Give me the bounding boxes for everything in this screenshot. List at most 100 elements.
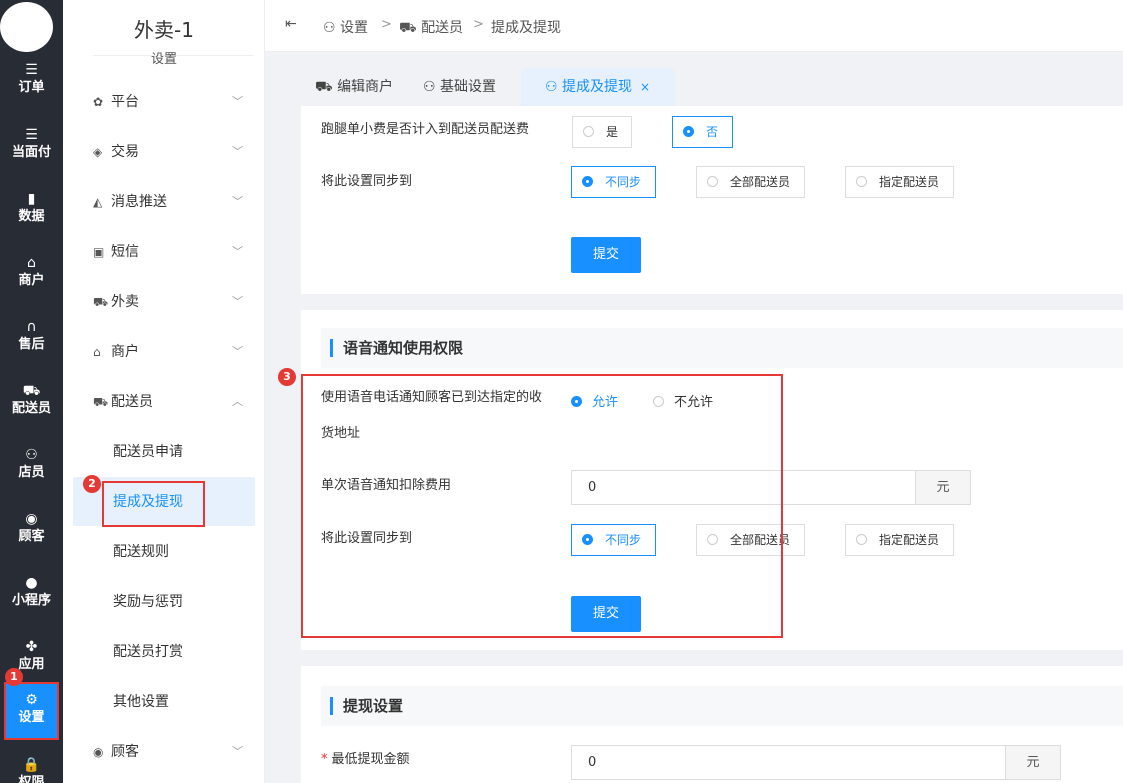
sidebar-menu-label: 商户 (111, 344, 139, 360)
rail-item-label: 权限 (18, 775, 45, 783)
sidebar-menu-item[interactable]: ▣ 短信 ﹀ (93, 238, 243, 266)
radio-no-sync[interactable]: 不同步 (571, 166, 656, 198)
tab-basic-settings[interactable]: ⚇ 基础设置 (423, 68, 496, 106)
sidebar-menu-item[interactable]: ◉ 顾客 ﹀ (93, 738, 243, 766)
sidebar-sub-item[interactable]: 配送员打赏 (113, 638, 243, 666)
required-marker: * (321, 752, 328, 767)
rail-item[interactable]: ☰ 订单 (0, 53, 63, 113)
annotation-box (301, 374, 783, 638)
rail-item[interactable]: ▮ 数据 (0, 182, 63, 242)
sidebar-menu-label: 交易 (111, 144, 139, 160)
breadcrumb-separator: > (381, 17, 392, 32)
submit-button[interactable]: 提交 (571, 237, 641, 273)
sidebar-section-label: 设置 (150, 52, 177, 67)
shop-icon: ⌂ (27, 255, 36, 271)
chat-icon: ▣ (93, 245, 105, 259)
chevron-icon: ﹀ (232, 745, 243, 758)
min-withdraw-label: * 最低提现金额 (321, 752, 410, 767)
section-title: 语音通知使用权限 (330, 339, 463, 357)
currency-unit: 元 (1005, 745, 1061, 780)
annotation-badge: 3 (278, 368, 296, 386)
radio-specific-couriers[interactable]: 指定配送员 (845, 166, 954, 198)
headset-icon: ∩ (26, 319, 37, 335)
main-nav-rail: ☰ 订单 ☰ 当面付 ▮ 数据 ⌂ 商户 ∩ 售后 ⛟ 配送员 ⚇ 店员 ◉ 顾客 ● 小程序 ✤ 应用 ⚙ 设置 🔒 权限 (0, 0, 63, 783)
rail-item-label: 小程序 (11, 593, 51, 608)
rail-item[interactable]: 🔒 权限 (0, 748, 63, 783)
tip-count-label: 跑腿单小费是否计入到配送员配送费 (321, 122, 530, 137)
withdraw-settings-card: 提现设置 * 最低提现金额 0 元 (301, 666, 1123, 783)
rail-item-label: 售后 (18, 337, 45, 352)
chevron-icon: ﹀ (232, 295, 243, 308)
radio-no[interactable]: 否 (672, 116, 733, 148)
chevron-icon: ﹀ (232, 245, 243, 258)
wallet-icon: ◈ (93, 145, 103, 159)
chevron-icon: ﹀ (232, 145, 243, 158)
rail-item-label: 商户 (18, 273, 45, 288)
user-settings-icon: ⚇ (545, 79, 563, 95)
breadcrumb-item-settings[interactable]: ⚇ 设置 (323, 17, 368, 37)
sidebar-menu-item[interactable]: ◭ 消息推送 ﹀ (93, 188, 243, 216)
user-settings-icon: ⚇ (323, 20, 341, 36)
rail-item-label: 配送员 (11, 401, 51, 416)
tip-settings-card: 跑腿单小费是否计入到配送员配送费 是 否 将此设置同步到 不同步 全部配送员 指… (301, 106, 1123, 294)
rail-item[interactable]: ∩ 售后 (0, 310, 63, 370)
rail-item[interactable]: ● 小程序 (0, 566, 63, 626)
rail-item-label: 数据 (18, 209, 45, 224)
tab-commission-withdraw[interactable]: ⚇ 提成及提现 × (521, 68, 675, 106)
user-settings-icon: ⚇ (423, 79, 441, 95)
sidebar-menu-item[interactable]: ⛟ 外卖 ﹀ (93, 288, 243, 316)
list-icon: ☰ (25, 127, 38, 143)
rail-item[interactable]: ◉ 顾客 (0, 502, 63, 562)
sidebar-sub-item[interactable]: 其他设置 (113, 688, 243, 716)
wechat-icon: ● (25, 575, 38, 591)
sidebar-menu-item[interactable]: ◈ 交易 ﹀ (93, 138, 243, 166)
close-icon[interactable]: × (640, 80, 650, 94)
rail-item-label: 店员 (18, 465, 45, 480)
page-tabs: ⛟ 编辑商户 ⚇ 基础设置 ⚇ 提成及提现 × (265, 52, 1123, 106)
sidebar-menu-item[interactable]: ✿ 平台 ﹀ (93, 88, 243, 116)
radio-specific-couriers[interactable]: 指定配送员 (845, 524, 954, 556)
users-icon: ⚇ (25, 447, 38, 463)
rail-item-label: 当面付 (11, 145, 51, 160)
chevron-icon: ﹀ (232, 195, 243, 208)
radio-circle-icon (856, 176, 867, 187)
radio-all-couriers[interactable]: 全部配送员 (696, 166, 805, 198)
bar-chart-icon: ▮ (27, 191, 36, 207)
annotation-box (102, 481, 205, 527)
settings-sidebar: 外卖-1 设置 ✿ 平台 ﹀ ◈ 交易 ﹀ ◭ 消息推送 ﹀ ▣ 短信 ﹀ ⛟ 外卖 ﹀ ⌂ 商户 ﹀ ⛟ 配送员 ︿ 配… (63, 0, 265, 783)
annotation-badge: 1 (5, 668, 23, 686)
tab-edit-merchant[interactable]: ⛟ 编辑商户 (315, 68, 393, 106)
breadcrumb-bar: ⇤ ⚇ 设置 > ⛟ 配送员 > 提成及提现 (265, 0, 1123, 52)
sidebar-menu-label: 消息推送 (111, 194, 167, 210)
rail-item[interactable]: ⚇ 店员 (0, 438, 63, 498)
rail-item-label: 顾客 (18, 529, 45, 544)
sidebar-sub-item[interactable]: 配送员申请 (113, 438, 243, 466)
sidebar-menu-item[interactable]: ⛟ 配送员 ︿ (93, 388, 243, 416)
user-circle-icon: ◉ (93, 745, 104, 759)
scooter-icon: ⛟ (22, 383, 41, 399)
user-circle-icon: ◉ (25, 511, 38, 527)
sidebar-menu-label: 短信 (111, 244, 139, 260)
rail-item[interactable]: ⛟ 配送员 (0, 374, 63, 434)
rail-item[interactable]: ☰ 当面付 (0, 118, 63, 178)
sidebar-menu-label: 外卖 (111, 294, 139, 310)
avatar[interactable] (0, 2, 53, 52)
list-icon: ☰ (25, 62, 38, 78)
sidebar-sub-item[interactable]: 配送规则 (113, 538, 243, 566)
sidebar-menu-label: 顾客 (111, 744, 139, 760)
radio-circle-icon (707, 176, 718, 187)
sidebar-sub-item[interactable]: 奖励与惩罚 (113, 588, 243, 616)
send-icon: ◭ (93, 195, 103, 209)
sidebar-menu-item[interactable]: ⌂ 商户 ﹀ (93, 338, 243, 366)
scooter-icon: ⛟ (93, 295, 109, 309)
shop-icon: ⌂ (93, 345, 101, 359)
rail-item[interactable]: ⌂ 商户 (0, 246, 63, 306)
radio-yes[interactable]: 是 (572, 116, 632, 148)
collapse-sidebar-icon[interactable]: ⇤ (285, 16, 297, 32)
scooter-icon: ⛟ (315, 79, 338, 95)
min-withdraw-input[interactable]: 0 (571, 745, 1007, 780)
breadcrumb-item-courier[interactable]: ⛟ 配送员 (399, 17, 463, 38)
radio-circle-icon (583, 126, 594, 137)
annotation-box (4, 682, 59, 740)
section-header (321, 686, 1123, 726)
